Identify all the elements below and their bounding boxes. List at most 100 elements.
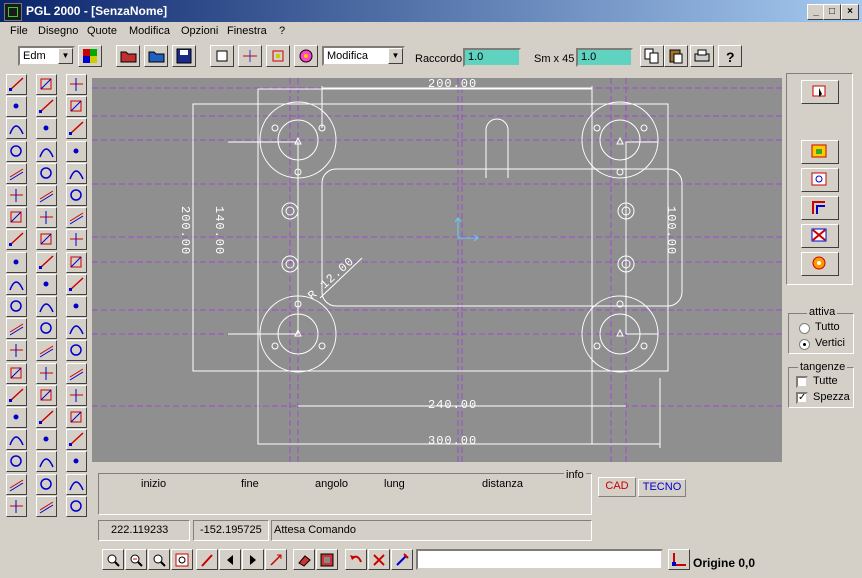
tool-rotate-button[interactable] [66,362,87,384]
tool-circle-button[interactable] [36,140,57,162]
tool-chamfer-button[interactable] [6,251,27,273]
tool-circle-button[interactable] [6,140,27,162]
save-button[interactable] [172,45,196,67]
color-wheel-button[interactable] [294,45,318,67]
tool-trim-button[interactable] [36,185,57,206]
zoom-out-button[interactable] [148,549,170,570]
tool-trim-button[interactable] [66,185,87,206]
tab-cad[interactable]: CAD [598,477,636,497]
mode-select[interactable]: Modifica ▼ [322,46,405,66]
open-file-button[interactable] [144,45,168,67]
layer-color-button[interactable] [78,45,102,67]
tool-fillet-button[interactable] [6,229,27,251]
regen-button[interactable] [316,549,338,570]
arrow-left-button[interactable] [219,549,241,570]
tool-arc-button[interactable] [66,118,87,140]
tool-move-button[interactable] [6,340,27,362]
tool-join-button[interactable] [66,473,87,495]
tool-rotate-button[interactable] [6,362,27,384]
tool-offset-button[interactable] [66,162,87,184]
menu-help[interactable]: ? [279,25,285,37]
tool-trim-button[interactable] [6,185,27,206]
tool-extend-button[interactable] [66,429,87,451]
tab-tecno[interactable]: TECNO [638,479,686,497]
tool-line-button[interactable] [66,74,87,95]
tool-scale-button[interactable] [66,384,87,406]
snap-box-button[interactable] [266,45,290,67]
circle-tool-button[interactable] [801,168,839,192]
zoom-window-button[interactable] [102,549,124,570]
tool-text-button[interactable] [66,296,87,317]
tool-array-button[interactable] [66,407,87,428]
tool-extend-button[interactable] [6,429,27,451]
tool-rotate-button[interactable] [36,362,57,384]
tool-measure-button[interactable] [66,495,87,517]
select-tool-button[interactable] [801,80,839,104]
menu-opzioni[interactable]: Opzioni [181,25,218,37]
offset-tool-button[interactable] [801,196,839,220]
tool-dimension-button[interactable] [66,318,87,340]
image-tool-button[interactable] [801,140,839,164]
tool-array-button[interactable] [6,407,27,428]
tool-hatch-button[interactable] [66,273,87,295]
tool-join-button[interactable] [36,473,57,495]
tool-arc-button[interactable] [6,118,27,140]
arrow-right-button[interactable] [242,549,264,570]
menu-file[interactable]: File [10,25,28,37]
tool-move-button[interactable] [66,340,87,362]
tool-extend-button[interactable] [36,429,57,451]
tool-mirror-button[interactable] [36,207,57,229]
command-input[interactable] [416,549,663,570]
tool-arc-button[interactable] [36,118,57,140]
tool-point-button[interactable] [6,96,27,118]
tool-break-button[interactable] [6,451,27,473]
tool-point-button[interactable] [36,96,57,118]
delete-tool-button[interactable] [801,224,839,248]
zoom-extents-button[interactable] [171,549,193,570]
print-button[interactable] [690,45,714,67]
tool-line-button[interactable] [36,74,57,95]
radio-vertici[interactable] [799,339,810,350]
tool-scale-button[interactable] [36,384,57,406]
tool-fillet-button[interactable] [36,229,57,251]
radio-tutto[interactable] [799,323,810,334]
tool-dimension-button[interactable] [6,318,27,340]
tool-break-button[interactable] [36,451,57,473]
tool-measure-button[interactable] [6,495,27,517]
arrow-diagonal-button[interactable] [265,549,287,570]
tool-hatch-button[interactable] [36,273,57,295]
layer-select[interactable]: Edm ▼ [18,46,75,66]
menu-quote[interactable]: Quote [87,25,117,37]
tool-chamfer-button[interactable] [66,251,87,273]
cancel-button[interactable] [368,549,390,570]
drawing-canvas[interactable]: 200.00 240.00 300.00 R 12.00 200.00 140.… [92,78,782,462]
tool-mirror-button[interactable] [6,207,27,229]
menu-disegno[interactable]: Disegno [38,25,78,37]
tool-fillet-button[interactable] [66,229,87,251]
help-button[interactable]: ? [718,45,742,67]
origin-button[interactable] [668,549,690,570]
tool-array-button[interactable] [36,407,57,428]
menu-modifica[interactable]: Modifica [129,25,170,37]
tool-chamfer-button[interactable] [36,251,57,273]
close-button[interactable]: × [841,4,859,20]
tool-mirror-button[interactable] [66,207,87,229]
new-file-button[interactable] [116,45,140,67]
tool-text-button[interactable] [6,296,27,317]
tool-offset-button[interactable] [6,162,27,184]
tool-circle-button[interactable] [66,140,87,162]
eraser-button[interactable] [293,549,315,570]
raccordo-input[interactable]: 1.0 [463,48,521,67]
tool-offset-button[interactable] [36,162,57,184]
menu-finestra[interactable]: Finestra [227,25,267,37]
tool-scale-button[interactable] [6,384,27,406]
tool-line-button[interactable] [6,74,27,95]
copy-button[interactable] [640,45,664,67]
rectangle-button[interactable] [210,45,234,67]
edit-text-button[interactable] [391,549,413,570]
tool-point-button[interactable] [66,96,87,118]
paste-button[interactable] [664,45,688,67]
color-tool-button[interactable] [801,252,839,276]
checkbox-tutte[interactable] [796,376,808,388]
tool-join-button[interactable] [6,473,27,495]
